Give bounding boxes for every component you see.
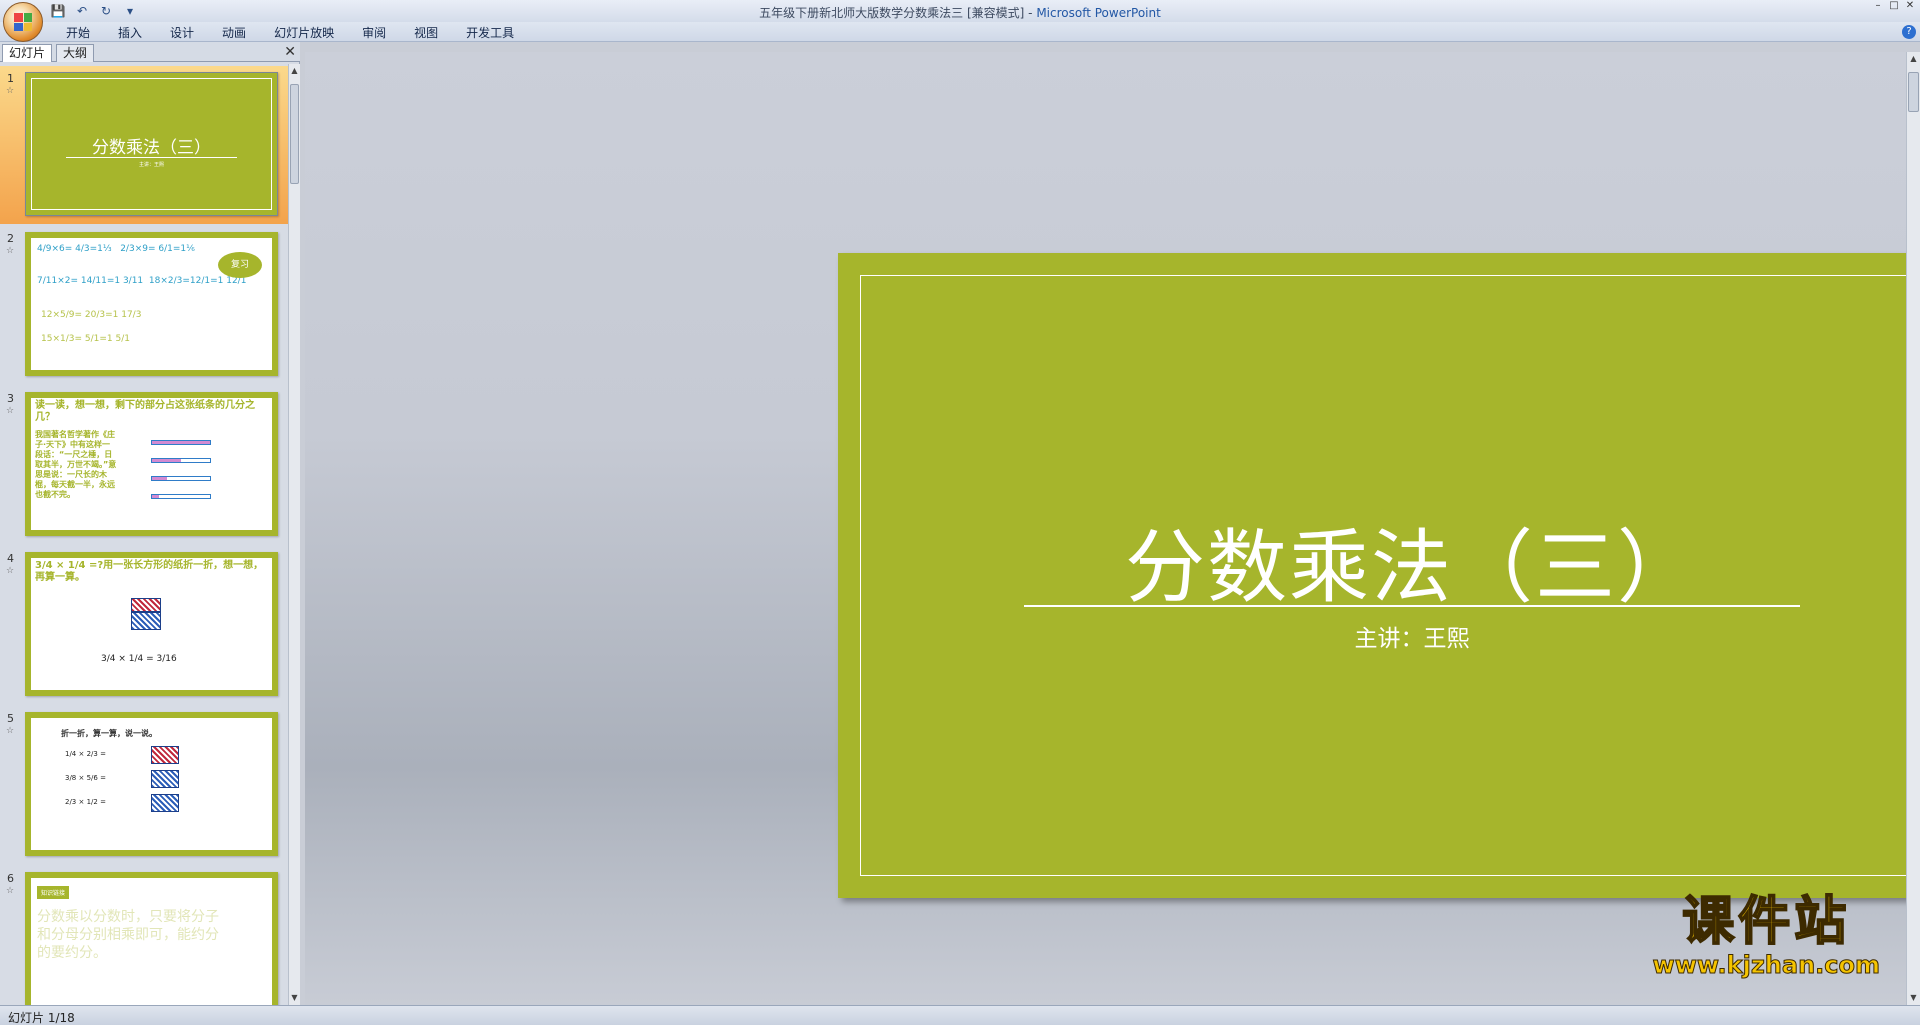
thumb-title: 分数乘法（三） (92, 138, 211, 158)
tab-design[interactable]: 设计 (156, 25, 208, 41)
close-icon[interactable]: ✕ (1904, 0, 1916, 12)
tab-slides[interactable]: 幻灯片 (2, 44, 53, 62)
thumb-heading: 折一折，算一算，说一说。 (61, 729, 157, 738)
fraction-bar (151, 458, 211, 463)
math-line: 2/3 × 1/2 = (65, 798, 106, 806)
slide-count-status: 幻灯片 1/18 (8, 1011, 75, 1025)
slide-number: 6 (7, 872, 14, 885)
fraction-bar (151, 440, 211, 445)
math-line: 1/4 × 2/3 = (65, 750, 106, 758)
status-bar: 幻灯片 1/18 (0, 1005, 1920, 1025)
slide-thumbnail-1[interactable]: 分数乘法（三） 主讲：王熙 (25, 72, 278, 216)
minimize-icon[interactable]: – (1872, 0, 1884, 12)
math-line: 12×5/9= 20/3=1 17/3 (41, 310, 142, 320)
thumbnail-row-2[interactable]: 2 ☆ 4/9×6= 4/3=1⅓ 2/3×9= 6/1=1⅙ 7/11×2= … (0, 226, 288, 384)
help-icon[interactable]: ? (1902, 25, 1916, 39)
slide-thumbnail-2[interactable]: 4/9×6= 4/3=1⅓ 2/3×9= 6/1=1⅙ 7/11×2= 14/1… (25, 232, 278, 376)
thumb-body: 我国著名哲学著作《庄子·天下》中有这样一段话：“一尺之棰，日取其半，万世不竭。”… (35, 430, 117, 499)
slide-number: 5 (7, 712, 14, 725)
tab-developer[interactable]: 开发工具 (452, 25, 528, 41)
thumb-heading: 3/4 × 1/4 =?用一张长方形的纸折一折，想一想，再算一算。 (35, 560, 264, 583)
thumbnail-row-3[interactable]: 3 ☆ 读一读，想一想，剩下的部分占这张纸条的几分之几？ 我国著名哲学著作《庄子… (0, 386, 288, 544)
scroll-thumb[interactable] (290, 84, 299, 184)
math-line: 7/11×2= 14/11=1 3/11 18×2/3=12/1=1 12/1 (37, 276, 247, 286)
tab-slideshow[interactable]: 幻灯片放映 (260, 25, 348, 41)
slide-divider (1024, 605, 1800, 607)
grid-diagram (151, 746, 179, 764)
folded-paper-diagram (131, 612, 161, 630)
scroll-thumb[interactable] (1908, 72, 1919, 112)
tab-insert[interactable]: 插入 (104, 25, 156, 41)
slide-thumbnail-3[interactable]: 读一读，想一想，剩下的部分占这张纸条的几分之几？ 我国著名哲学著作《庄子·天下》… (25, 392, 278, 536)
thumbnail-list: 1 ☆ 分数乘法（三） 主讲：王熙 2 ☆ 4/9×6= 4/3=1⅓ 2/3×… (0, 64, 288, 1005)
close-icon[interactable]: ✕ (284, 44, 296, 60)
thumb-subtitle: 主讲：王熙 (138, 162, 164, 168)
folded-paper-diagram (131, 598, 161, 612)
scroll-down-icon[interactable]: ▼ (289, 991, 300, 1005)
grid-diagram (151, 794, 179, 812)
scroll-down-icon[interactable]: ▼ (1907, 991, 1920, 1005)
fraction-bar (151, 494, 211, 499)
thumbnail-row-5[interactable]: 5 ☆ 折一折，算一算，说一说。 1/4 × 2/3 = 3/8 × 5/6 =… (0, 706, 288, 864)
slide-title[interactable]: 分数乘法（三） (838, 503, 1920, 619)
tab-animation[interactable]: 动画 (208, 25, 260, 41)
window-controls: – □ ✕ (1872, 0, 1916, 12)
window-title: 五年级下册新北师大版数学分数乘法三 [兼容模式] - Microsoft Pow… (759, 6, 1161, 20)
ribbon-tab-bar: 开始 插入 设计 动画 幻灯片放映 审阅 视图 开发工具 ? (0, 22, 1920, 42)
slide-number: 1 (7, 72, 14, 85)
watermark-brand: 课件站 (1681, 891, 1851, 952)
thumb-formula: 3/4 × 1/4 = 3/16 (101, 654, 177, 664)
maximize-icon[interactable]: □ (1888, 0, 1900, 12)
thumbnail-row-4[interactable]: 4 ☆ 3/4 × 1/4 =?用一张长方形的纸折一折，想一想，再算一算。 3/… (0, 546, 288, 704)
star-icon: ☆ (6, 86, 15, 96)
star-icon: ☆ (6, 246, 15, 256)
review-bubble: 复习 (218, 252, 262, 278)
star-icon: ☆ (6, 566, 15, 576)
scroll-up-icon[interactable]: ▲ (289, 64, 300, 78)
thumbnail-row-6[interactable]: 6 ☆ 知识链接 分数乘以分数时，只要将分子和分母分别相乘即可，能约分的要约分。 (0, 866, 288, 1005)
tab-view[interactable]: 视图 (400, 25, 452, 41)
pane-tabs: 幻灯片 大纲 ✕ (0, 42, 300, 62)
title-bar: 💾 ↶ ↻ ▾ 五年级下册新北师大版数学分数乘法三 [兼容模式] - Micro… (0, 0, 1920, 22)
main-scrollbar[interactable]: ▲ ▼ (1906, 52, 1920, 1005)
math-line: 4/9×6= 4/3=1⅓ 2/3×9= 6/1=1⅙ (37, 244, 195, 254)
watermark-url: www.kjzhan.com (1652, 951, 1880, 980)
watermark-logo: 课件站 www.kjzhan.com (1652, 891, 1880, 980)
office-button-icon[interactable] (3, 2, 43, 42)
tab-review[interactable]: 审阅 (348, 25, 400, 41)
star-icon: ☆ (6, 406, 15, 416)
thumb-heading: 读一读，想一想，剩下的部分占这张纸条的几分之几？ (35, 400, 255, 423)
thumbnail-scrollbar[interactable]: ▲ ▼ (288, 64, 300, 1005)
thumb-divider (66, 157, 237, 158)
slide-thumbnail-4[interactable]: 3/4 × 1/4 =?用一张长方形的纸折一折，想一想，再算一算。 3/4 × … (25, 552, 278, 696)
slide-number: 4 (7, 552, 14, 565)
knowledge-badge: 知识链接 (37, 886, 70, 899)
slide-number: 3 (7, 392, 14, 405)
slide-number: 2 (7, 232, 14, 245)
tab-home[interactable]: 开始 (52, 25, 104, 41)
star-icon: ☆ (6, 726, 15, 736)
math-line: 3/8 × 5/6 = (65, 774, 106, 782)
slide-editing-canvas: 分数乘法（三） 主讲：王熙 课件站 www.kjzhan.com (305, 52, 1920, 1005)
thumbnail-row-1[interactable]: 1 ☆ 分数乘法（三） 主讲：王熙 (0, 66, 288, 224)
slide-thumbnail-6[interactable]: 知识链接 分数乘以分数时，只要将分子和分母分别相乘即可，能约分的要约分。 (25, 872, 278, 1005)
slides-pane: 幻灯片 大纲 ✕ 1 ☆ 分数乘法（三） 主讲：王熙 2 ☆ 4/9×6= 4/… (0, 42, 300, 1005)
slide-thumbnail-5[interactable]: 折一折，算一算，说一说。 1/4 × 2/3 = 3/8 × 5/6 = 2/3… (25, 712, 278, 856)
fraction-bar (151, 476, 211, 481)
star-icon: ☆ (6, 886, 15, 896)
current-slide[interactable]: 分数乘法（三） 主讲：王熙 (838, 253, 1920, 898)
scroll-up-icon[interactable]: ▲ (1907, 52, 1920, 66)
grid-diagram (151, 770, 179, 788)
slide-subtitle[interactable]: 主讲：王熙 (838, 619, 1920, 653)
tab-outline[interactable]: 大纲 (56, 44, 95, 62)
math-line: 15×1/3= 5/1=1 5/1 (41, 334, 130, 344)
thumb-body: 分数乘以分数时，只要将分子和分母分别相乘即可，能约分的要约分。 (37, 909, 219, 961)
